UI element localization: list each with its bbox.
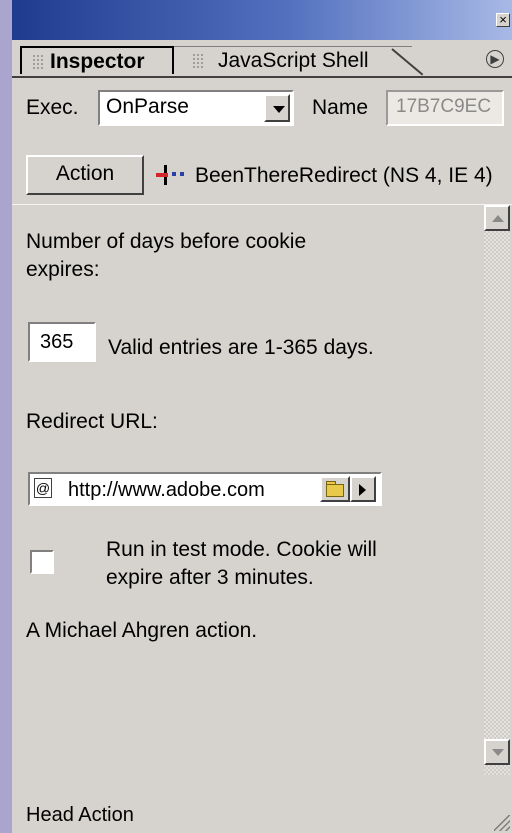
tab-inspector-label: Inspector [50, 50, 145, 73]
tab-bar: Inspector JavaScript Shell [12, 40, 512, 78]
tab-scroll-arrow-icon[interactable]: ▶ [486, 50, 504, 68]
days-input-value: 365 [40, 331, 74, 353]
exec-select-value: OnParse [106, 95, 189, 118]
days-hint: Valid entries are 1-365 days. [108, 336, 374, 359]
scroll-up-button[interactable] [484, 205, 510, 231]
name-label: Name [312, 96, 369, 119]
close-button[interactable]: × [496, 13, 510, 27]
behavior-icon [156, 165, 184, 185]
vertical-scrollbar[interactable] [484, 205, 510, 775]
point-and-shoot-button[interactable] [350, 476, 376, 502]
redirect-label: Redirect URL: [26, 410, 158, 433]
test-mode-checkbox[interactable] [30, 550, 54, 574]
redirect-url-value: http://www.adobe.com [68, 479, 265, 501]
scroll-down-button[interactable] [484, 739, 510, 765]
name-field[interactable]: 17B7C9EC [386, 90, 504, 126]
folder-icon [326, 484, 344, 497]
scroll-up-icon [492, 215, 504, 222]
url-type-icon: @ [34, 478, 52, 498]
exec-select[interactable]: OnParse [98, 90, 294, 126]
behavior-name: BeenThereRedirect (NS 4, IE 4) [195, 164, 493, 187]
scroll-down-icon [492, 749, 504, 756]
author-credit: A Michael Ahgren action. [26, 619, 258, 642]
exec-label: Exec. [26, 96, 79, 119]
palette-titlebar[interactable]: × [12, 0, 512, 40]
inspector-palette: × Inspector JavaScript Shell ▶ Exec. OnP… [12, 0, 512, 833]
name-field-value: 17B7C9EC [396, 96, 492, 117]
left-desktop-strip [0, 0, 12, 833]
tab-inspector[interactable]: Inspector [20, 46, 174, 74]
tab-javascript-shell[interactable]: JavaScript Shell [174, 46, 412, 74]
divider [12, 204, 512, 205]
test-mode-label: Run in test mode. Cookie will expire aft… [106, 538, 377, 589]
tab-grip-icon [192, 53, 204, 69]
status-text: Head Action [26, 804, 134, 826]
tab-javascript-shell-label: JavaScript Shell [218, 49, 369, 72]
days-input[interactable]: 365 [28, 322, 96, 362]
action-button[interactable]: Action [26, 155, 144, 195]
browse-folder-button[interactable] [320, 476, 350, 502]
point-and-shoot-arrow-icon [359, 484, 366, 496]
resize-grip-icon[interactable] [494, 815, 510, 831]
close-icon: × [499, 12, 507, 27]
tab-grip-icon [32, 54, 44, 70]
action-button-label: Action [55, 162, 115, 185]
exec-dropdown-button[interactable] [264, 94, 290, 122]
dropdown-arrow-icon [273, 106, 285, 113]
days-label: Number of days before cookie expires: [26, 230, 307, 281]
redirect-url-field[interactable]: @ http://www.adobe.com [28, 472, 382, 506]
